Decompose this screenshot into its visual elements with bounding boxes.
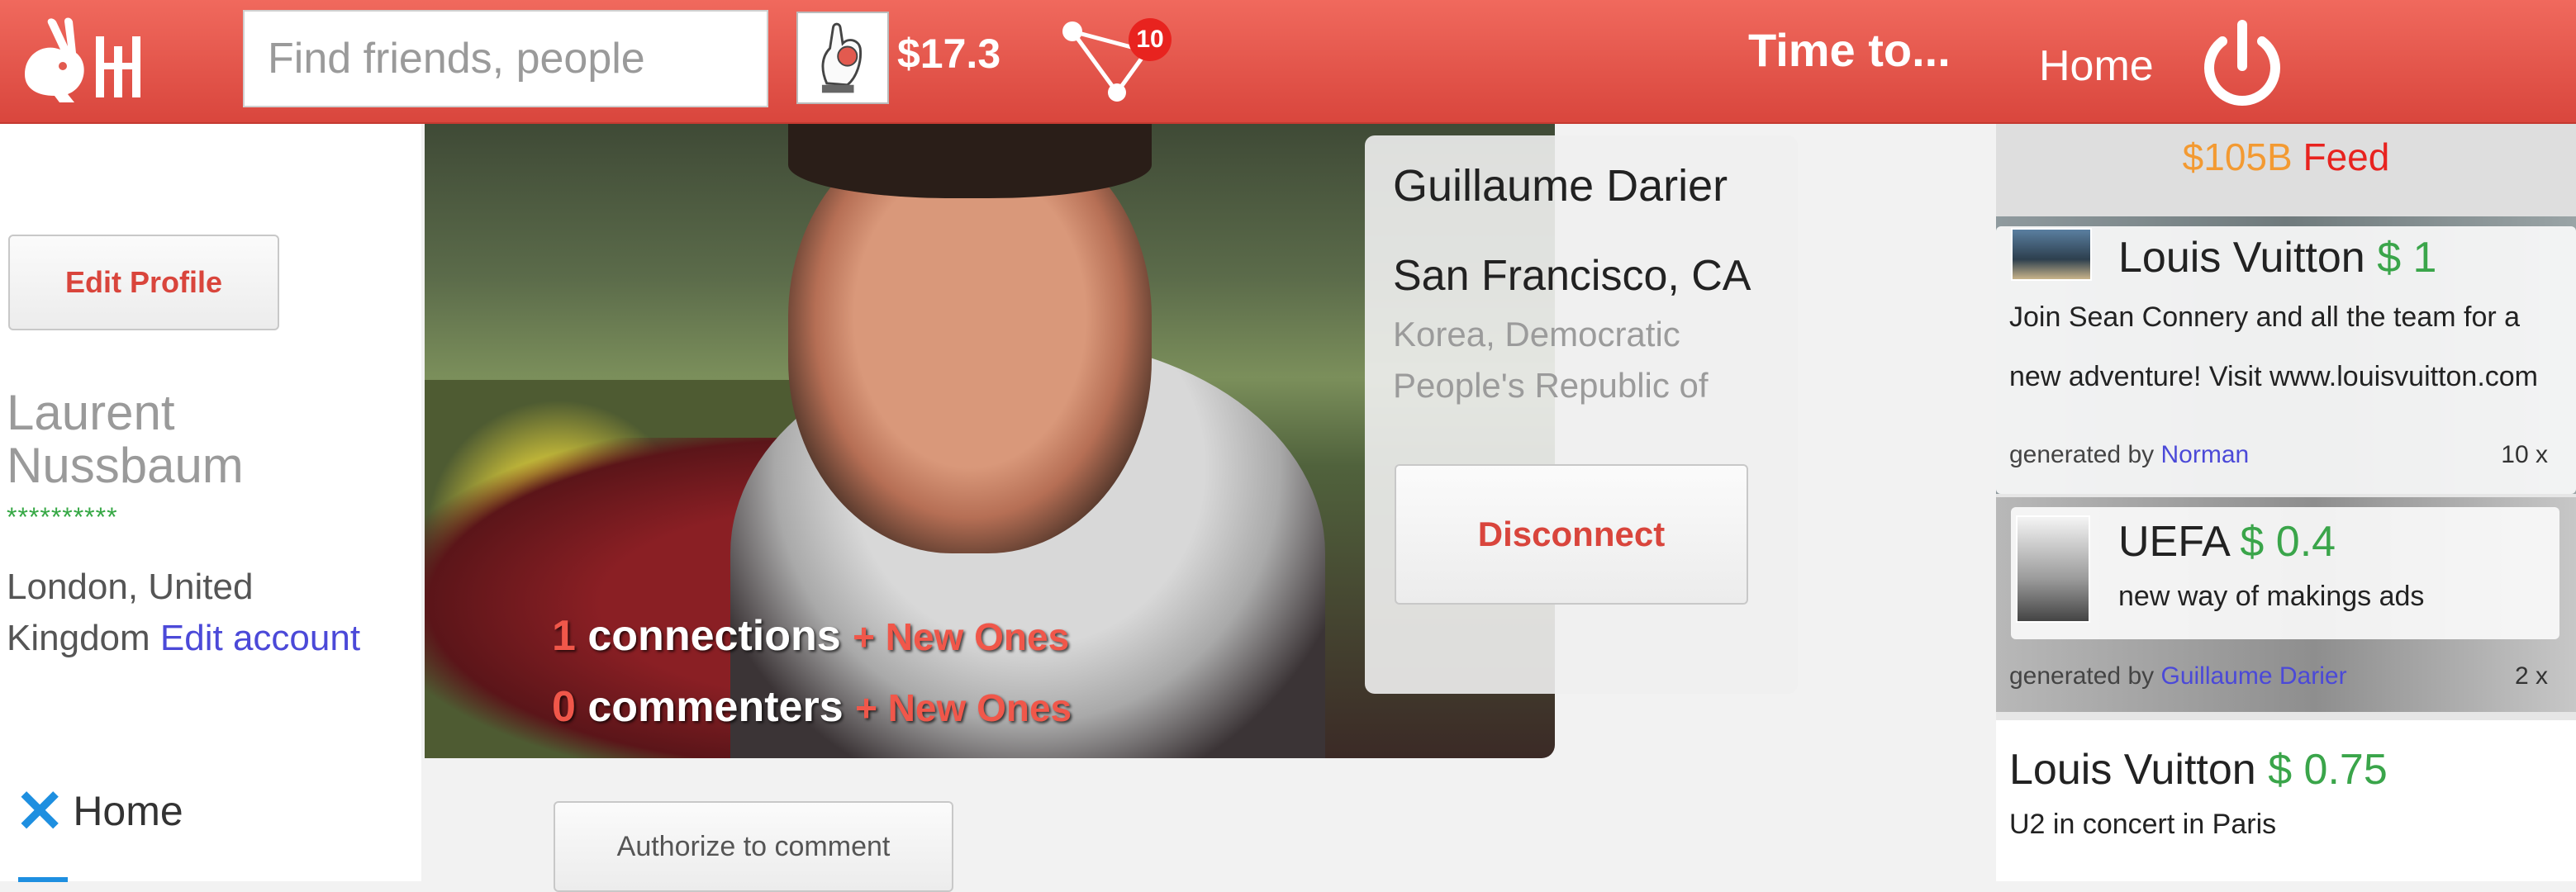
new-connections-link[interactable]: + New Ones: [853, 615, 1069, 658]
generated-by-label: generated by: [2009, 662, 2155, 690]
close-x-icon: ✕: [15, 779, 65, 845]
feed-item-description: U2 in concert in Paris: [2009, 809, 2277, 840]
disconnect-button[interactable]: Disconnect: [1395, 464, 1748, 605]
feed-item[interactable]: Louis Vuitton $ 0.75 U2 in concert in Pa…: [1996, 720, 2576, 881]
feed-item-title: Louis Vuitton $ 1: [2118, 233, 2436, 282]
commenters-count: 0: [552, 683, 576, 731]
feed-item[interactable]: Louis Vuitton $ 1 Join Sean Connery and …: [1996, 216, 2576, 494]
feed-item-price: $ 0.4: [2240, 518, 2336, 566]
feed-item-price: $ 0.75: [2268, 746, 2388, 794]
connections-stat: 1 connections + New Ones: [552, 611, 1069, 661]
user-location-block: London, United Kingdom Edit account: [7, 562, 362, 664]
authorize-comment-button[interactable]: Authorize to comment: [554, 801, 953, 892]
connections-count: 1: [552, 612, 576, 660]
generated-by-link[interactable]: Guillaume Darier: [2160, 662, 2346, 690]
profile-name: Guillaume Darier: [1393, 161, 1728, 211]
feed-item-description: Join Sean Connery and all the team for a…: [2009, 301, 2539, 392]
rabbit-logo-icon[interactable]: [15, 17, 155, 107]
edit-account-link[interactable]: Edit account: [160, 618, 360, 658]
wallet-hand-icon[interactable]: [796, 12, 889, 104]
feed-label[interactable]: Feed: [2303, 135, 2389, 178]
search-input[interactable]: [243, 10, 768, 107]
feed-item-title: Louis Vuitton $ 0.75: [2009, 745, 2388, 795]
power-icon[interactable]: [2198, 18, 2287, 111]
feed-item-brand: Louis Vuitton: [2009, 746, 2256, 794]
feed-item[interactable]: UEFA $ 0.4 new way of makings ads genera…: [1996, 497, 2576, 712]
notification-badge[interactable]: 10: [1129, 18, 1172, 61]
new-commenters-link[interactable]: + New Ones: [855, 686, 1072, 729]
user-name: Laurent Nussbaum: [7, 385, 244, 493]
top-navigation-bar: $17.3 10 Time to... Home: [0, 0, 2576, 124]
feed-item-brand: UEFA: [2118, 518, 2228, 566]
left-sidebar: Edit Profile Laurent Nussbaum **********…: [0, 124, 421, 882]
feed-item-generated-by: generated by Norman: [2009, 441, 2249, 469]
feed-total: $105B: [2182, 135, 2293, 178]
time-to-menu[interactable]: Time to...: [1748, 23, 1951, 77]
generated-by-link[interactable]: Norman: [2160, 441, 2249, 468]
feed-item-count: 10 x: [2501, 441, 2548, 468]
feed-item-generated-by: generated by Guillaume Darier: [2009, 662, 2347, 690]
feed-item-title: UEFA $ 0.4: [2118, 517, 2336, 567]
feed-item-brand: Louis Vuitton: [2118, 234, 2365, 282]
feed-item-count: 2 x: [2514, 662, 2548, 690]
edit-profile-button[interactable]: Edit Profile: [8, 235, 279, 330]
profile-city: San Francisco, CA: [1393, 252, 1751, 300]
ad-feed: $105B Feed Louis Vuitton $ 1 Join Sean C…: [1996, 124, 2576, 881]
cover-hair: [788, 124, 1152, 198]
feed-item-price: $ 1: [2377, 234, 2437, 282]
sidebar-item-home[interactable]: ✕ Home: [15, 776, 183, 846]
home-link[interactable]: Home: [2039, 41, 2154, 91]
rating-stars: **********: [7, 502, 118, 532]
commenters-stat: 0 commenters + New Ones: [552, 682, 1072, 732]
sidebar-item-label: Home: [73, 788, 183, 834]
generated-by-label: generated by: [2009, 441, 2155, 468]
feed-header: $105B Feed: [1996, 124, 2576, 216]
feed-item-thumbnail: [2016, 515, 2090, 623]
feed-item-thumbnail: [2011, 228, 2092, 281]
balance-amount: $17.3: [897, 31, 1001, 77]
commenters-label[interactable]: commenters: [587, 683, 843, 731]
profile-card: Guillaume Darier San Francisco, CA Korea…: [1365, 135, 1798, 694]
feed-item-description: new way of makings ads: [2118, 581, 2425, 612]
profile-country: Korea, Democratic People's Republic of: [1393, 315, 1709, 405]
connections-label[interactable]: connections: [587, 612, 840, 660]
sidebar-item-partial[interactable]: [18, 877, 68, 882]
